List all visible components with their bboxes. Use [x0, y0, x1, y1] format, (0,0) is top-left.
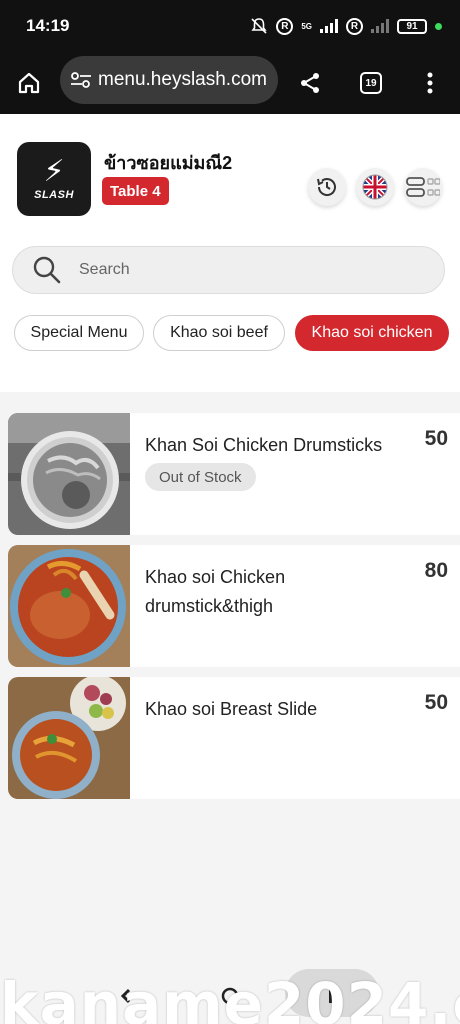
browser-menu-button[interactable]	[412, 65, 448, 101]
menu-item-price: 50	[424, 691, 448, 714]
layout-toggle-button[interactable]	[404, 168, 442, 206]
watermark: kaname2024.com	[0, 970, 460, 1024]
more-vert-icon	[427, 72, 433, 94]
category-chip-khao-soi-chicken[interactable]: Khao soi chicken	[295, 315, 449, 351]
home-button[interactable]	[11, 65, 47, 101]
network-label: 5G	[301, 21, 312, 31]
share-button[interactable]	[292, 65, 328, 101]
menu-item-name: Khao soi Breast Slide	[145, 699, 318, 719]
menu-item-name: Khan Soi Chicken Drumsticks	[145, 435, 383, 455]
restaurant-logo: ⚡ SLASH	[17, 142, 91, 216]
dish-image	[8, 545, 130, 667]
bell-off-icon	[251, 18, 267, 34]
bolt-icon: ⚡	[43, 155, 65, 188]
menu-item-card[interactable]: Khao soi Breast Slide 50	[8, 677, 460, 799]
dish-image	[8, 413, 130, 535]
signal-icon	[320, 19, 338, 33]
status-icons: R 5G R 91	[250, 17, 442, 35]
signal-weak-icon	[371, 19, 389, 33]
site-settings-icon[interactable]	[60, 71, 94, 89]
registered-icon: R	[276, 17, 294, 35]
uk-flag-icon	[362, 174, 388, 200]
battery-icon: 91	[397, 18, 427, 34]
logo-text: SLASH	[34, 189, 74, 201]
menu-item-price: 80	[424, 559, 448, 582]
search-input[interactable]	[79, 261, 399, 279]
browser-toolbar: menu.heyslash.com 19	[0, 52, 460, 114]
privacy-dot-icon	[435, 22, 442, 30]
tabs-button[interactable]: 19	[353, 65, 389, 101]
menu-item-card[interactable]: Khao soi Chicken drumstick&thigh 80	[8, 545, 460, 667]
menu-item-name: Khao soi Chicken drumstick&thigh	[145, 567, 286, 616]
restaurant-name: ข้าวซอยแม่มณี2	[104, 153, 233, 173]
search-bar[interactable]	[12, 246, 445, 294]
address-bar[interactable]: menu.heyslash.com	[60, 56, 278, 104]
category-chip-special-menu[interactable]: Special Menu	[14, 315, 144, 351]
url-text: menu.heyslash.com	[98, 69, 267, 90]
registered-icon-2: R	[346, 17, 363, 35]
table-badge: Table 4	[102, 177, 169, 205]
search-icon	[33, 256, 63, 284]
language-button[interactable]	[356, 168, 394, 206]
menu-item-price: 50	[424, 427, 448, 450]
home-icon	[18, 72, 40, 94]
category-chip-khao-soi-beef[interactable]: Khao soi beef	[153, 315, 285, 351]
dish-image	[8, 677, 130, 799]
menu-item-card[interactable]: Khan Soi Chicken Drumsticks 50 Out of St…	[8, 413, 460, 535]
layout-icon	[406, 177, 440, 197]
status-time: 14:19	[26, 16, 70, 35]
status-bar: 14:19 R 5G R 91	[0, 0, 460, 52]
tab-count: 19	[360, 72, 382, 94]
share-icon	[301, 73, 319, 93]
out-of-stock-badge: Out of Stock	[145, 463, 256, 491]
history-icon	[317, 178, 336, 196]
order-history-button[interactable]	[308, 168, 346, 206]
